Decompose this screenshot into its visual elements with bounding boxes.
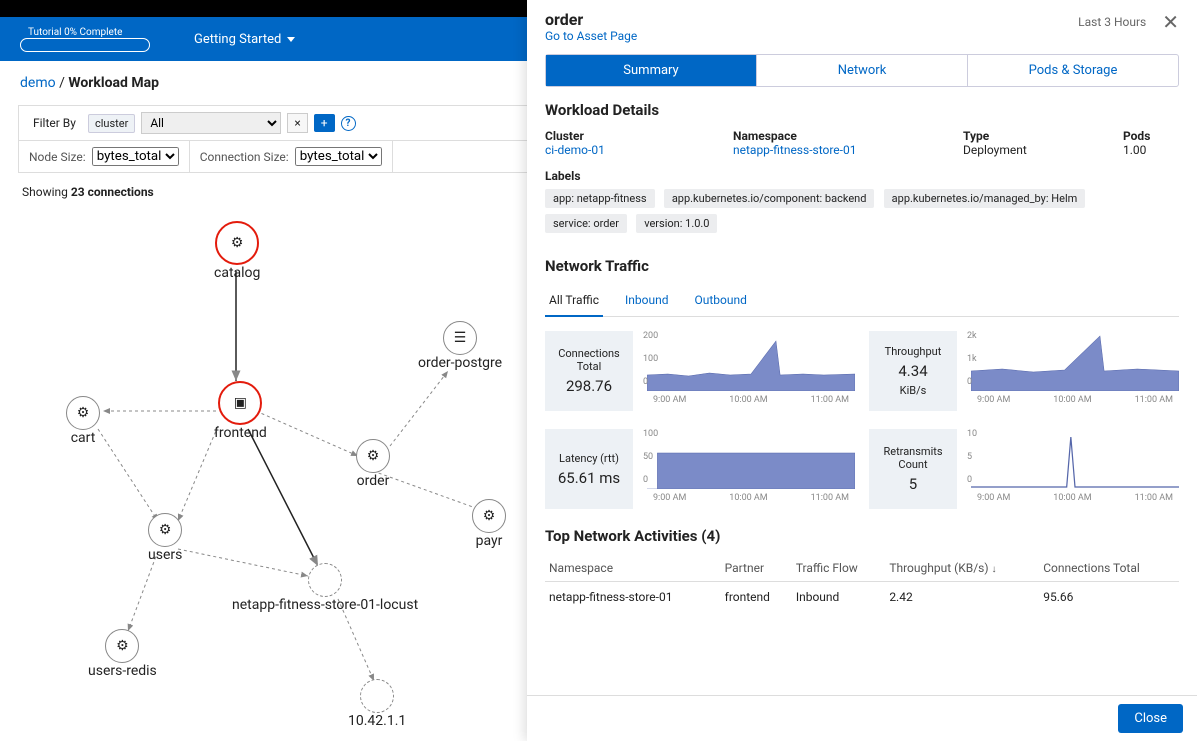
sort-desc-icon: ↓ (992, 564, 997, 575)
cluster-label: Cluster (545, 129, 713, 143)
section-network-traffic: Network Traffic (545, 257, 1179, 275)
label-chip: app.kubernetes.io/component: backend (664, 189, 875, 208)
metric-latency: Latency (rtt)65.61 ms (545, 429, 633, 509)
tutorial-progress-bar[interactable] (20, 38, 150, 52)
col-connections[interactable]: Connections Total (1039, 555, 1179, 582)
panel-title: order (545, 10, 637, 29)
label-chip: service: order (545, 214, 627, 233)
metric-retransmits: Retransmits Count5 (869, 429, 957, 509)
metric-throughput: Throughput4.34KiB/s (869, 331, 957, 411)
col-namespace[interactable]: Namespace (545, 555, 721, 582)
breadcrumb-root[interactable]: demo (20, 75, 56, 91)
panel-tabs: Summary Network Pods & Storage (545, 54, 1179, 87)
help-icon[interactable]: ? (341, 116, 356, 131)
node-locust[interactable]: netapp-fitness-store-01-locust (232, 563, 418, 613)
pods-label: Pods (1123, 129, 1179, 143)
node-users[interactable]: ⚙users (148, 513, 182, 563)
tab-pods-storage[interactable]: Pods & Storage (967, 55, 1178, 86)
type-label: Type (963, 129, 1103, 143)
filter-label: Filter By (27, 112, 82, 134)
node-catalog[interactable]: ⚙catalog (214, 221, 260, 281)
filter-add-button[interactable]: + (314, 114, 335, 132)
label-chip: app: netapp-fitness (545, 189, 655, 208)
col-traffic-flow[interactable]: Traffic Flow (792, 555, 886, 582)
node-users-redis[interactable]: ⚙users-redis (88, 629, 157, 679)
node-payment[interactable]: ⚙payr (472, 499, 506, 549)
node-frontend[interactable]: ▣frontend (214, 381, 267, 441)
subtab-outbound[interactable]: Outbound (691, 285, 751, 316)
table-row[interactable]: netapp-fitness-store-01 frontend Inbound… (545, 582, 1179, 613)
chart-retransmits[interactable]: 1050 9:00 AM10:00 AM11:00 AM (971, 429, 1179, 509)
tab-network[interactable]: Network (756, 55, 967, 86)
namespace-label: Namespace (733, 129, 943, 143)
pods-value: 1.00 (1123, 143, 1179, 157)
close-button[interactable]: Close (1118, 704, 1183, 733)
section-top-activities: Top Network Activities (4) (545, 527, 1179, 545)
node-ip[interactable]: 10.42.1.1 (348, 679, 406, 729)
col-partner[interactable]: Partner (721, 555, 792, 582)
chart-throughput[interactable]: 2k1k0 9:00 AM10:00 AM11:00 AM (971, 331, 1179, 411)
getting-started-menu[interactable]: Getting Started (194, 32, 295, 47)
subtab-all-traffic[interactable]: All Traffic (545, 285, 603, 317)
chart-latency[interactable]: 100500 9:00 AM10:00 AM11:00 AM (647, 429, 855, 509)
node-size-label: Node Size: (29, 150, 86, 164)
type-value: Deployment (963, 143, 1103, 157)
node-size-select[interactable]: bytes_total (92, 147, 179, 166)
node-order[interactable]: ⚙order (356, 439, 390, 489)
section-workload-details: Workload Details (545, 101, 1179, 119)
activities-table: Namespace Partner Traffic Flow Throughpu… (545, 555, 1179, 612)
filter-field-chip[interactable]: cluster (88, 114, 135, 133)
time-range[interactable]: Last 3 Hours (1078, 15, 1146, 29)
label-chip: app.kubernetes.io/managed_by: Helm (884, 189, 1086, 208)
tab-summary[interactable]: Summary (546, 55, 756, 86)
label-chip: version: 1.0.0 (636, 214, 717, 233)
filter-clear-button[interactable]: × (287, 113, 307, 133)
node-order-postgres[interactable]: ☰order-postgre (418, 321, 502, 371)
chart-connections[interactable]: 2001000 9:00 AM10:00 AM11:00 AM (647, 331, 855, 411)
metric-connections: Connections Total298.76 (545, 331, 633, 411)
breadcrumb-page: Workload Map (68, 75, 159, 91)
filter-value-select[interactable]: All (141, 112, 281, 134)
namespace-link[interactable]: netapp-fitness-store-01 (733, 143, 943, 157)
details-panel: order Go to Asset Page Last 3 Hours ✕ Su… (527, 0, 1197, 741)
cluster-link[interactable]: ci-demo-01 (545, 143, 713, 157)
subtab-inbound[interactable]: Inbound (621, 285, 672, 316)
caret-down-icon (287, 37, 295, 42)
close-icon[interactable]: ✕ (1162, 10, 1179, 34)
tutorial-progress-text: Tutorial 0% Complete (28, 27, 154, 38)
asset-page-link[interactable]: Go to Asset Page (545, 29, 637, 43)
conn-size-select[interactable]: bytes_total (295, 147, 382, 166)
labels-header: Labels (545, 169, 1179, 183)
col-throughput[interactable]: Throughput (KB/s) ↓ (885, 555, 1039, 582)
node-cart[interactable]: ⚙cart (66, 396, 100, 446)
conn-size-label: Connection Size: (200, 150, 289, 164)
